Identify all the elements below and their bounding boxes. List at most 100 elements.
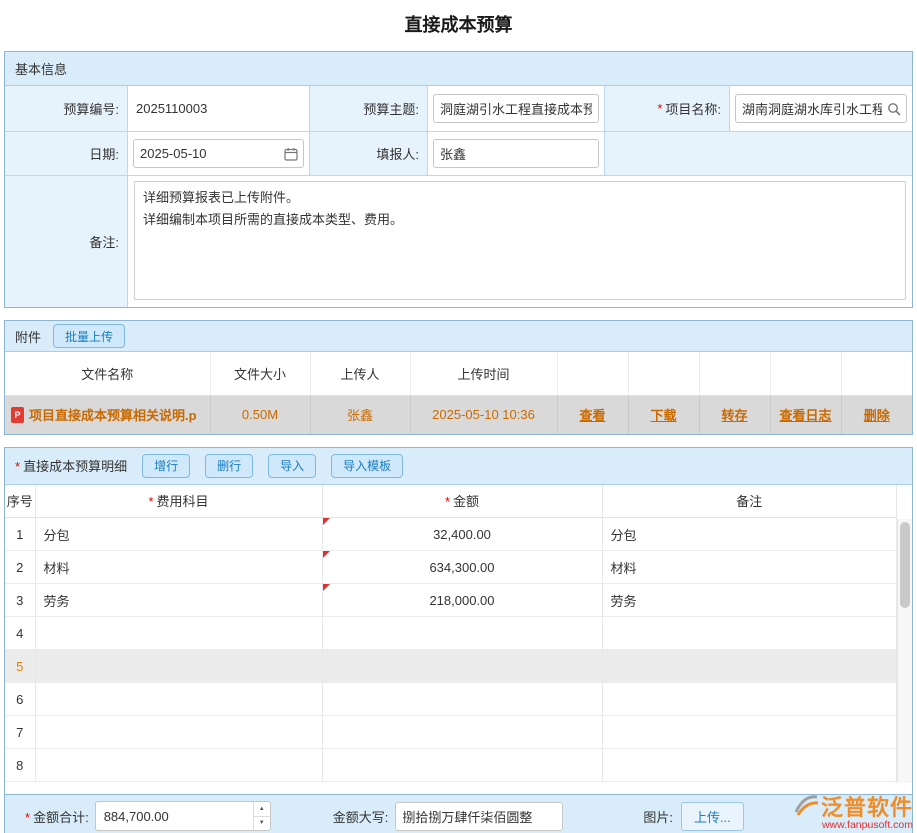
subject-cell[interactable]: 分包 <box>35 518 322 551</box>
import-template-button[interactable]: 导入模板 <box>331 454 403 478</box>
date-label: 日期: <box>5 132 128 176</box>
total-amount-input[interactable]: 884,700.00 ▲ ▼ <box>95 801 271 831</box>
subject-cell[interactable] <box>35 716 322 749</box>
remark-textarea[interactable]: 详细预算报表已上传附件。 详细编制本项目所需的直接成本类型、费用。 <box>134 181 906 300</box>
delete-row-button[interactable]: 删行 <box>205 454 253 478</box>
amount-cell[interactable]: 32,400.00 <box>322 518 602 551</box>
amount-cell[interactable] <box>322 617 602 650</box>
edited-corner-marker <box>323 551 330 558</box>
amount-cell[interactable]: 218,000.00 <box>322 584 602 617</box>
row-seq: 4 <box>5 617 35 650</box>
file-name-link[interactable]: 项目直接成本预算相关说明.p <box>29 405 197 424</box>
remark-cell[interactable]: 材料 <box>602 551 897 584</box>
project-name-label: *项目名称: <box>605 86 730 132</box>
spinner-down-icon[interactable]: ▼ <box>254 817 270 831</box>
add-row-button[interactable]: 增行 <box>142 454 190 478</box>
reporter-field-cell <box>428 132 605 176</box>
row-seq: 6 <box>5 683 35 716</box>
date-field-cell <box>128 132 310 176</box>
amount-in-words-input[interactable] <box>395 802 563 831</box>
subject-cell[interactable] <box>35 683 322 716</box>
image-upload-button[interactable]: 上传... <box>681 802 744 831</box>
subject-field-cell <box>428 86 605 132</box>
view-log-link[interactable]: 查看日志 <box>779 408 831 423</box>
amount-cell[interactable]: 634,300.00 <box>322 551 602 584</box>
pdf-icon: P <box>11 407 24 423</box>
spinner-up-icon[interactable]: ▲ <box>254 802 270 817</box>
col-file-name: 文件名称 <box>5 352 210 395</box>
detail-header-row: 序号 *费用科目 *金额 备注 <box>5 485 897 518</box>
project-name-input[interactable] <box>735 94 907 123</box>
subject-cell[interactable] <box>35 749 322 782</box>
reporter-label: 填报人: <box>310 132 428 176</box>
attachments-title: 附件 <box>15 327 41 346</box>
total-amount-label: *金额合计: <box>25 807 89 826</box>
calendar-icon[interactable] <box>283 146 299 162</box>
reporter-input[interactable] <box>433 139 599 168</box>
basic-info-header: 基本信息 <box>5 52 912 86</box>
remark-cell[interactable] <box>602 650 897 683</box>
budget-no-value: 2025110003 <box>128 86 310 132</box>
empty-cell <box>605 132 912 176</box>
remark-cell[interactable]: 分包 <box>602 518 897 551</box>
remark-cell[interactable] <box>602 749 897 782</box>
detail-header: *直接成本预算明细 增行 删行 导入 导入模板 <box>5 448 912 485</box>
row-seq: 2 <box>5 551 35 584</box>
subject-label: 预算主题: <box>310 86 428 132</box>
edited-corner-marker <box>323 518 330 525</box>
batch-upload-button[interactable]: 批量上传 <box>53 324 125 348</box>
amount-cell[interactable] <box>322 650 602 683</box>
image-label: 图片: <box>643 807 673 826</box>
detail-row: 4 <box>5 617 897 650</box>
row-seq: 5 <box>5 650 35 683</box>
detail-row-selected: 5 <box>5 650 897 683</box>
subject-cell[interactable] <box>35 617 322 650</box>
subject-input[interactable] <box>433 94 599 123</box>
basic-info-title: 基本信息 <box>15 59 67 78</box>
amount-cell[interactable] <box>322 749 602 782</box>
remark-cell[interactable] <box>602 716 897 749</box>
amount-cell[interactable] <box>322 716 602 749</box>
col-file-size: 文件大小 <box>210 352 310 395</box>
detail-row: 7 <box>5 716 897 749</box>
vertical-scrollbar[interactable] <box>897 519 912 783</box>
import-button[interactable]: 导入 <box>268 454 316 478</box>
col-uploader: 上传人 <box>310 352 410 395</box>
subject-cell[interactable]: 材料 <box>35 551 322 584</box>
remark-cell[interactable] <box>602 617 897 650</box>
remark-cell[interactable]: 劳务 <box>602 584 897 617</box>
col-remark: 备注 <box>602 485 897 518</box>
basic-info-section: 基本信息 预算编号: 2025110003 预算主题: *项目名称: 日期: <box>4 51 913 308</box>
detail-footer: *金额合计: 884,700.00 ▲ ▼ 金额大写: 图片: 上传... <box>5 794 912 833</box>
download-link[interactable]: 下载 <box>650 408 676 423</box>
delete-link[interactable]: 删除 <box>864 408 890 423</box>
upload-time-cell: 2025-05-10 10:36 <box>410 395 557 434</box>
detail-row: 3 劳务 218,000.00 劳务 <box>5 584 897 617</box>
remark-cell[interactable] <box>602 683 897 716</box>
attachments-table: 文件名称 文件大小 上传人 上传时间 P 项目直接成本预算相关说明.p <box>5 352 912 434</box>
row-seq: 7 <box>5 716 35 749</box>
col-subject: *费用科目 <box>35 485 322 518</box>
number-spinner: ▲ ▼ <box>253 802 270 830</box>
col-action <box>628 352 699 395</box>
scrollbar-thumb[interactable] <box>900 522 910 608</box>
detail-row: 2 材料 634,300.00 材料 <box>5 551 897 584</box>
detail-grid-wrap: 序号 *费用科目 *金额 备注 1 分包 32,400.00 分包 2 材料 6… <box>5 485 912 783</box>
subject-cell[interactable] <box>35 650 322 683</box>
edited-corner-marker <box>323 584 330 591</box>
view-link[interactable]: 查看 <box>579 408 605 423</box>
attachment-row: P 项目直接成本预算相关说明.p 0.50M 张鑫 2025-05-10 10:… <box>5 395 912 434</box>
date-input[interactable] <box>133 139 304 168</box>
detail-row: 6 <box>5 683 897 716</box>
basic-info-form: 预算编号: 2025110003 预算主题: *项目名称: 日期: <box>5 86 912 307</box>
attachments-header: 附件 批量上传 <box>5 321 912 352</box>
col-seq: 序号 <box>5 485 35 518</box>
remark-label: 备注: <box>5 176 128 307</box>
col-action <box>841 352 912 395</box>
save-as-link[interactable]: 转存 <box>721 408 747 423</box>
amount-cell[interactable] <box>322 683 602 716</box>
project-name-field-cell <box>730 86 912 132</box>
subject-cell[interactable]: 劳务 <box>35 584 322 617</box>
page-title: 直接成本预算 <box>0 0 917 51</box>
search-icon[interactable] <box>886 101 902 117</box>
